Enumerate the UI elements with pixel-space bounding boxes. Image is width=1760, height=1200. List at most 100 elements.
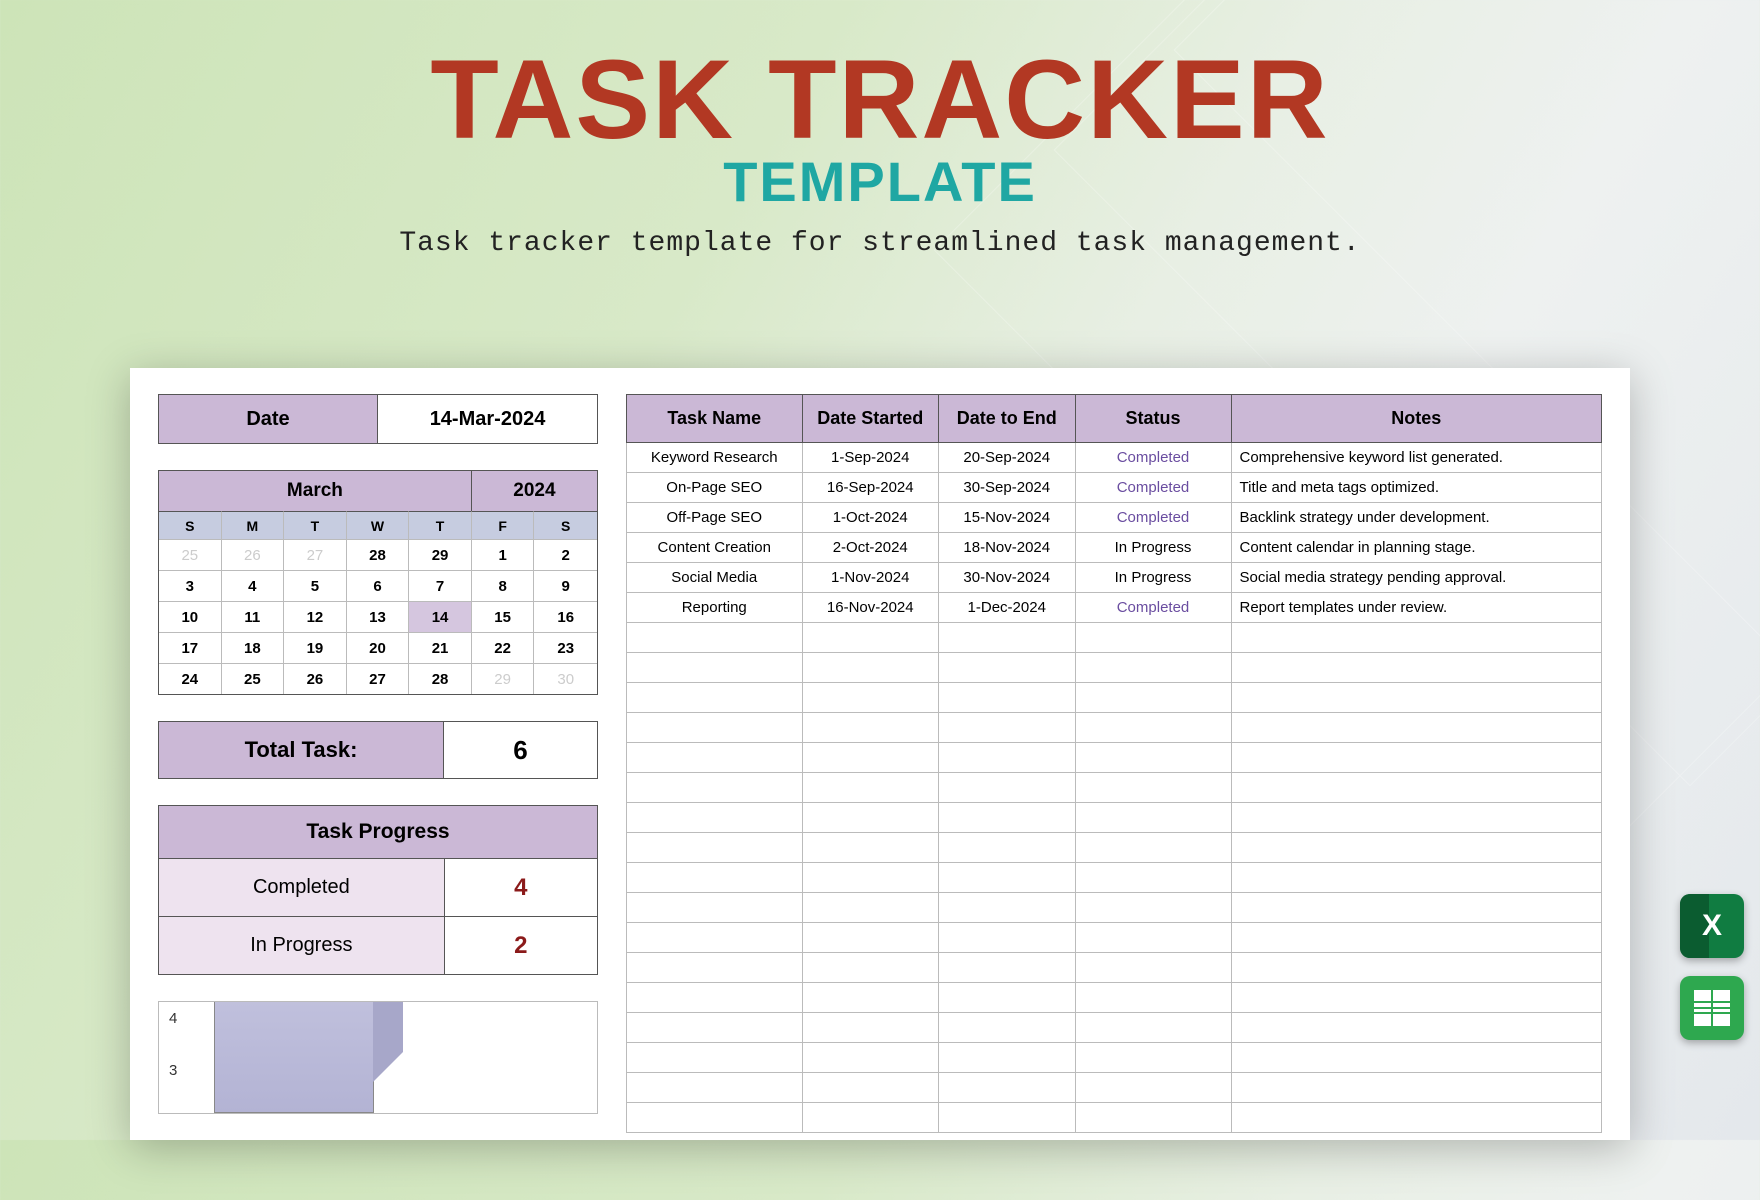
date-value: 14-Mar-2024: [378, 394, 598, 444]
calendar-day: 9: [534, 570, 597, 601]
calendar-day: 25: [222, 663, 285, 694]
google-sheets-icon[interactable]: [1680, 976, 1744, 1040]
calendar-day: 19: [284, 632, 347, 663]
calendar-day: 15: [472, 601, 535, 632]
cell-date-end: 30-Nov-2024: [939, 563, 1076, 593]
calendar-days: 2526272829123456789101112131415161718192…: [159, 539, 597, 694]
table-row: On-Page SEO16-Sep-202430-Sep-2024Complet…: [627, 473, 1602, 503]
cell-status: Completed: [1075, 593, 1231, 623]
calendar-day: 13: [347, 601, 410, 632]
cell-task-name: Keyword Research: [627, 443, 803, 473]
calendar-dow: M: [222, 511, 285, 539]
table-row-empty: [627, 893, 1602, 923]
calendar-day: 8: [472, 570, 535, 601]
calendar-day: 30: [534, 663, 597, 694]
calendar-day: 24: [159, 663, 222, 694]
cell-date-started: 16-Nov-2024: [802, 593, 939, 623]
page-subtitle: TEMPLATE: [0, 149, 1760, 214]
spreadsheet-preview: Date 14-Mar-2024 March 2024 SMTWTFS 2526…: [130, 368, 1630, 1140]
table-row-empty: [627, 953, 1602, 983]
cell-notes: Comprehensive keyword list generated.: [1231, 443, 1602, 473]
calendar-year: 2024: [472, 471, 597, 511]
calendar-day: 17: [159, 632, 222, 663]
table-row-empty: [627, 833, 1602, 863]
calendar-dow-row: SMTWTFS: [159, 511, 597, 539]
date-label: Date: [158, 394, 378, 444]
table-row-empty: [627, 1013, 1602, 1043]
table-row: Reporting16-Nov-20241-Dec-2024CompletedR…: [627, 593, 1602, 623]
table-row: Content Creation2-Oct-202418-Nov-2024In …: [627, 533, 1602, 563]
cell-date-started: 1-Sep-2024: [802, 443, 939, 473]
progress-row: In Progress2: [159, 916, 597, 974]
calendar-day: 7: [409, 570, 472, 601]
page-header: TASK TRACKER TEMPLATE Task tracker templ…: [0, 0, 1760, 259]
calendar-day: 5: [284, 570, 347, 601]
cell-date-started: 2-Oct-2024: [802, 533, 939, 563]
progress-row: Completed4: [159, 858, 597, 916]
cell-date-end: 1-Dec-2024: [939, 593, 1076, 623]
cell-status: In Progress: [1075, 563, 1231, 593]
total-task-label: Total Task:: [158, 721, 444, 779]
calendar-dow: W: [347, 511, 410, 539]
excel-icon[interactable]: [1680, 894, 1744, 958]
cell-date-end: 20-Sep-2024: [939, 443, 1076, 473]
calendar-dow: S: [534, 511, 597, 539]
table-row-empty: [627, 863, 1602, 893]
calendar-day: 2: [534, 539, 597, 570]
table-row-empty: [627, 1073, 1602, 1103]
table-row-empty: [627, 773, 1602, 803]
calendar-day: 11: [222, 601, 285, 632]
cell-task-name: Social Media: [627, 563, 803, 593]
calendar-day: 29: [472, 663, 535, 694]
calendar-day: 28: [409, 663, 472, 694]
progress-value: 4: [444, 859, 597, 916]
page-title: TASK TRACKER: [0, 52, 1760, 147]
total-task-block: Total Task: 6: [158, 721, 598, 779]
table-row-empty: [627, 1103, 1602, 1133]
cell-task-name: Reporting: [627, 593, 803, 623]
table-row-empty: [627, 983, 1602, 1013]
table-header: Date Started: [802, 395, 939, 443]
table-row-empty: [627, 743, 1602, 773]
cell-task-name: Off-Page SEO: [627, 503, 803, 533]
calendar-dow: T: [409, 511, 472, 539]
table-row-empty: [627, 803, 1602, 833]
cell-date-end: 15-Nov-2024: [939, 503, 1076, 533]
cell-notes: Social media strategy pending approval.: [1231, 563, 1602, 593]
calendar-month: March: [159, 471, 472, 511]
calendar-day: 4: [222, 570, 285, 601]
calendar-day: 23: [534, 632, 597, 663]
cell-status: Completed: [1075, 503, 1231, 533]
table-row-empty: [627, 623, 1602, 653]
cell-date-end: 30-Sep-2024: [939, 473, 1076, 503]
calendar-day: 3: [159, 570, 222, 601]
cell-date-started: 16-Sep-2024: [802, 473, 939, 503]
calendar-day: 22: [472, 632, 535, 663]
progress-chart: 43: [158, 1001, 598, 1114]
calendar: March 2024 SMTWTFS 252627282912345678910…: [158, 470, 598, 695]
table-header: Date to End: [939, 395, 1076, 443]
table-row: Keyword Research1-Sep-202420-Sep-2024 Com…: [627, 443, 1602, 473]
calendar-day: 27: [284, 539, 347, 570]
calendar-day: 12: [284, 601, 347, 632]
cell-date-started: 1-Oct-2024: [802, 503, 939, 533]
table-header: Status: [1075, 395, 1231, 443]
calendar-day: 14: [409, 601, 472, 632]
calendar-day: 26: [284, 663, 347, 694]
calendar-day: 16: [534, 601, 597, 632]
chart-bar: [214, 1001, 374, 1113]
table-row-empty: [627, 1043, 1602, 1073]
cell-notes: Backlink strategy under development.: [1231, 503, 1602, 533]
table-header: Task Name: [627, 395, 803, 443]
chart-y-tick: 3: [169, 1062, 193, 1114]
calendar-day: 25: [159, 539, 222, 570]
cell-date-started: 1-Nov-2024: [802, 563, 939, 593]
cell-notes: Title and meta tags optimized.: [1231, 473, 1602, 503]
calendar-day: 20: [347, 632, 410, 663]
calendar-dow: S: [159, 511, 222, 539]
table-row: Social Media1-Nov-202430-Nov-2024In Prog…: [627, 563, 1602, 593]
table-header: Notes: [1231, 395, 1602, 443]
cell-status: Completed: [1075, 473, 1231, 503]
cell-date-end: 18-Nov-2024: [939, 533, 1076, 563]
page-description: Task tracker template for streamlined ta…: [0, 228, 1760, 259]
